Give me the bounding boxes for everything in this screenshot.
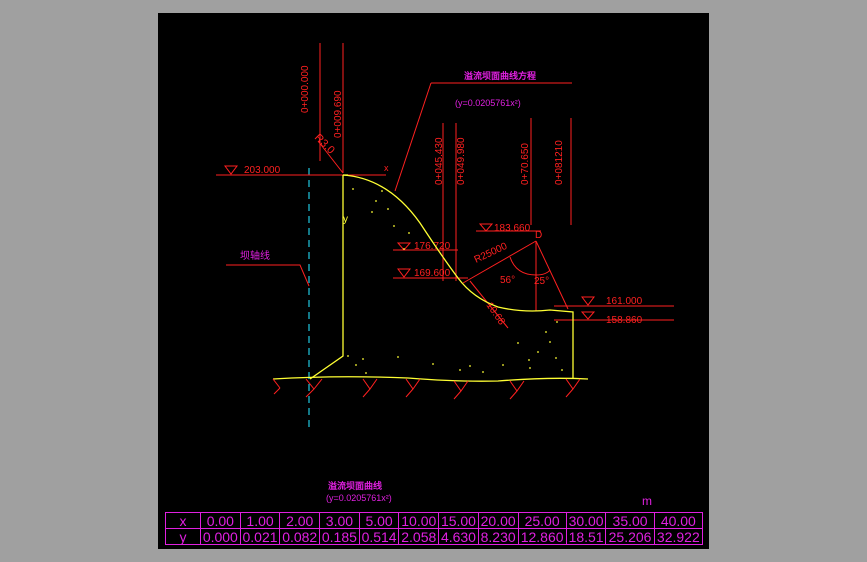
curve-equation-title: 溢流坝面曲线方程 xyxy=(464,70,536,82)
dam-axis-leader xyxy=(226,264,310,287)
bucket-center-label: 183.660 xyxy=(494,223,531,234)
elevation-label-158: 158.860 xyxy=(606,315,643,326)
y-value-cell: 0.514 xyxy=(358,528,400,545)
drawing-canvas: 坝轴线 0+000.000 0+009.690 0+045.430 0+049.… xyxy=(158,13,709,549)
y-value-cell: 25.206 xyxy=(605,528,655,545)
elevation-label-169: 169.600 xyxy=(414,268,451,279)
crest-elevation-label: 203.000 xyxy=(244,165,281,176)
station-label-6: 0+081210 xyxy=(554,140,565,185)
x-value-cell: 40.00 xyxy=(653,512,704,529)
crest-elevation-marker xyxy=(224,165,238,175)
tangent-length-label: 10.68 xyxy=(484,300,508,327)
curve-coordinate-table: x 0.00 1.00 2.00 3.00 5.00 10.00 15.00 20.00 25.… xyxy=(165,512,704,545)
x-value-cell: 3.00 xyxy=(319,512,360,529)
x-value-cell: 20.00 xyxy=(477,512,519,529)
table-row-y: y 0.000 0.021 0.082 0.185 0.514 2.058 4.630 8.2… xyxy=(165,528,704,545)
bucket-center-marker xyxy=(478,223,494,232)
elevation-marker-169 xyxy=(397,268,411,278)
angle-arc-2 xyxy=(535,269,551,276)
y-value-cell: 0.185 xyxy=(319,528,360,545)
curve-equation-text: (y=0.0205761x²) xyxy=(455,98,521,108)
station-label-1: 0+000.000 xyxy=(300,65,311,113)
x-value-cell: 10.00 xyxy=(398,512,440,529)
y-value-cell: 4.630 xyxy=(438,528,479,545)
x-value-cell: 35.00 xyxy=(605,512,655,529)
x-value-cell: 15.00 xyxy=(438,512,479,529)
table-title: 溢流坝面曲线 xyxy=(328,480,382,492)
station-label-5: 0+70.650 xyxy=(520,143,531,185)
x-value-cell: 2.00 xyxy=(279,512,321,529)
x-value-cell: 0.00 xyxy=(200,512,241,529)
axis-y-label: y xyxy=(343,214,348,225)
y-value-cell: 32.922 xyxy=(653,528,704,545)
station-label-3: 0+045.430 xyxy=(434,137,445,185)
y-value-cell: 2.058 xyxy=(398,528,440,545)
y-value-cell: 0.021 xyxy=(239,528,281,545)
station-label-4: 0+049.980 xyxy=(456,137,467,185)
spillway-drawing: 坝轴线 0+000.000 0+009.690 0+045.430 0+049.… xyxy=(216,43,674,508)
y-value-cell: 0.000 xyxy=(200,528,241,545)
y-value-cell: 18.51 xyxy=(565,528,607,545)
table-row-x: x 0.00 1.00 2.00 3.00 5.00 10.00 15.00 20.00 25.… xyxy=(165,512,704,529)
bucket-point-label: D xyxy=(535,230,542,241)
curve-leader-line xyxy=(394,82,432,192)
y-value-cell: 8.230 xyxy=(477,528,519,545)
row-x-label: x xyxy=(165,512,201,529)
elevation-label-161: 161.000 xyxy=(606,296,643,307)
foundation-hatch xyxy=(272,378,581,400)
angle-arc-1 xyxy=(509,256,537,276)
row-y-label: y xyxy=(165,528,201,545)
station-label-2: 0+009.690 xyxy=(333,90,344,138)
x-value-cell: 25.00 xyxy=(517,512,567,529)
angle-label-1: 56° xyxy=(500,275,515,286)
elevation-marker-158 xyxy=(580,311,596,320)
axis-x-label: x xyxy=(384,163,389,173)
table-unit: m xyxy=(642,494,652,508)
y-value-cell: 12.860 xyxy=(517,528,567,545)
x-value-cell: 5.00 xyxy=(358,512,400,529)
bucket-radius-label: R25000 xyxy=(473,241,510,266)
table-equation: (y=0.0205761x²) xyxy=(326,493,392,503)
dam-axis-label: 坝轴线 xyxy=(240,249,270,262)
angle-label-2: 25° xyxy=(534,276,549,287)
elevation-label-176: 176.720 xyxy=(414,241,451,252)
x-value-cell: 1.00 xyxy=(239,512,281,529)
x-value-cell: 30.00 xyxy=(565,512,607,529)
y-value-cell: 0.082 xyxy=(279,528,321,545)
elevation-marker-161 xyxy=(581,296,595,306)
